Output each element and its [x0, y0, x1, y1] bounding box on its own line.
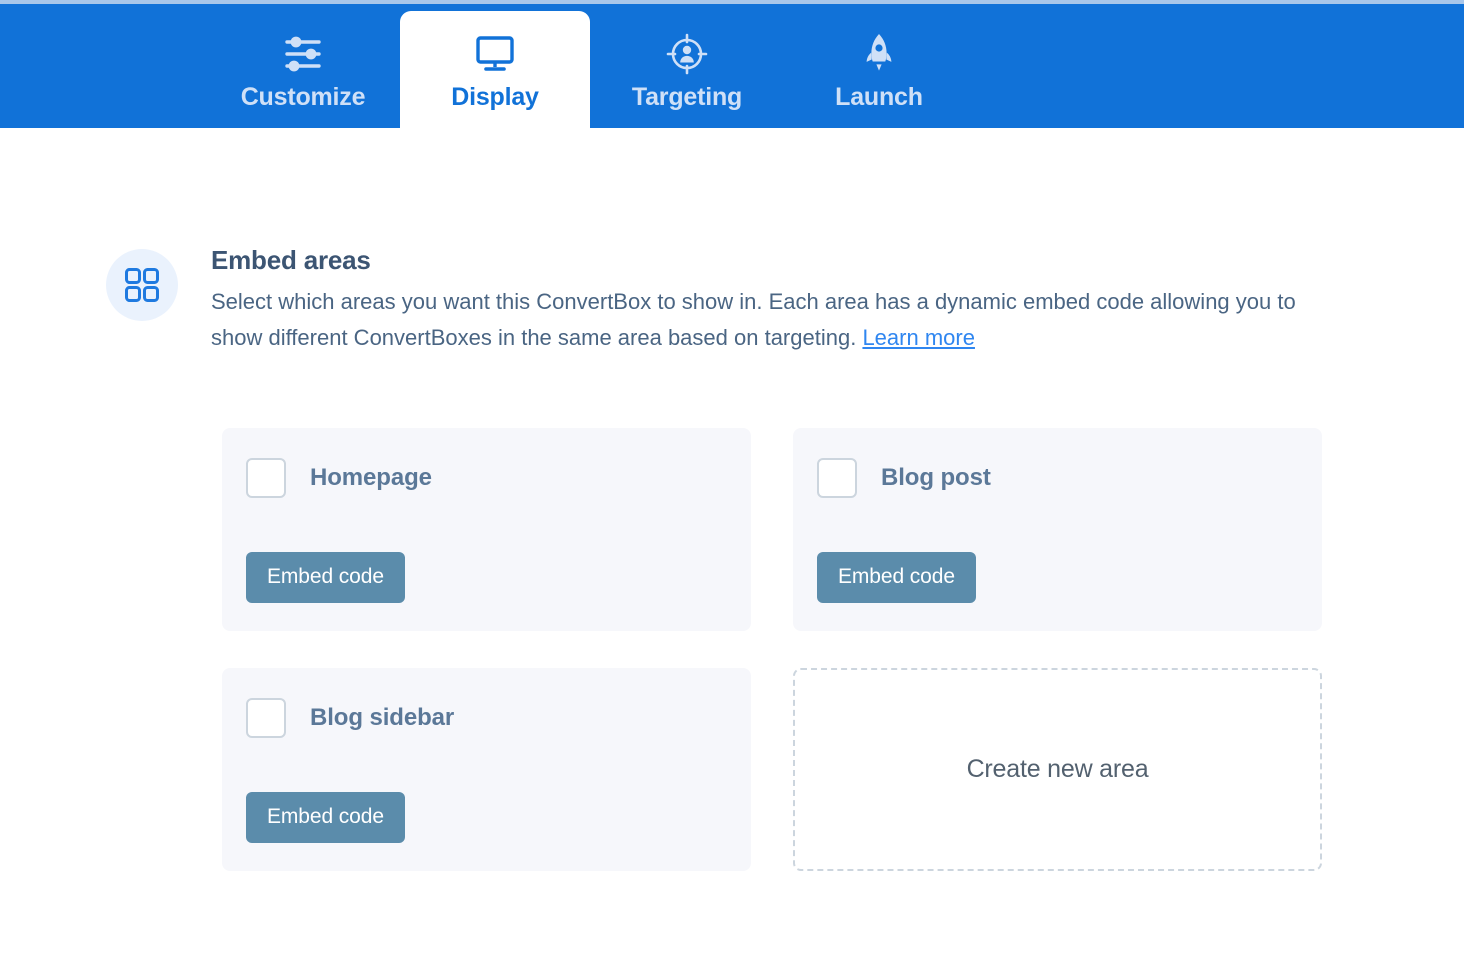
create-new-area-button[interactable]: Create new area	[793, 668, 1322, 871]
tab-launch-label: Launch	[835, 83, 923, 111]
section-description-text: Select which areas you want this Convert…	[211, 289, 1296, 350]
homepage-checkbox[interactable]	[246, 458, 286, 498]
blog-sidebar-label: Blog sidebar	[310, 704, 455, 731]
page-title: Embed areas	[211, 245, 371, 275]
tab-launch[interactable]: Launch	[784, 11, 974, 128]
embed-area-card-blog-post[interactable]: Blog post Embed code	[793, 428, 1322, 631]
sliders-icon	[281, 33, 325, 75]
section-description: Select which areas you want this Convert…	[211, 284, 1321, 356]
learn-more-link[interactable]: Learn more	[862, 325, 975, 350]
embed-area-card-blog-sidebar[interactable]: Blog sidebar Embed code	[222, 668, 751, 871]
display-panel: Embed areas Select which areas you want …	[0, 128, 1464, 954]
tab-targeting[interactable]: Targeting	[592, 11, 782, 128]
embed-areas-header-text: Embed areas Select which areas you want …	[211, 245, 1321, 356]
blog-sidebar-checkbox[interactable]	[246, 698, 286, 738]
tab-display-label: Display	[451, 83, 539, 111]
monitor-icon	[474, 33, 516, 75]
embed-area-card-homepage[interactable]: Homepage Embed code	[222, 428, 751, 631]
embed-area-card-header: Homepage	[246, 458, 727, 498]
grid-icon	[106, 249, 178, 321]
rocket-icon	[860, 33, 898, 75]
blog-sidebar-embed-code-button[interactable]: Embed code	[246, 792, 405, 843]
homepage-label: Homepage	[310, 464, 432, 491]
embed-areas-grid: Homepage Embed code Blog post Embed code…	[222, 428, 1322, 871]
main-tab-bar: Customize Display Targeting Launch	[0, 4, 1464, 128]
tab-customize-label: Customize	[240, 83, 366, 111]
blog-post-label: Blog post	[881, 464, 991, 491]
blog-post-checkbox[interactable]	[817, 458, 857, 498]
tab-customize[interactable]: Customize	[208, 11, 398, 128]
target-person-icon	[666, 33, 708, 75]
create-new-area-label: Create new area	[966, 755, 1149, 783]
tab-targeting-label: Targeting	[631, 83, 743, 111]
homepage-embed-code-button[interactable]: Embed code	[246, 552, 405, 603]
tab-display[interactable]: Display	[400, 11, 590, 128]
embed-area-card-header: Blog post	[817, 458, 1298, 498]
embed-areas-header: Embed areas Select which areas you want …	[106, 245, 1321, 356]
blog-post-embed-code-button[interactable]: Embed code	[817, 552, 976, 603]
embed-area-card-header: Blog sidebar	[246, 698, 727, 738]
